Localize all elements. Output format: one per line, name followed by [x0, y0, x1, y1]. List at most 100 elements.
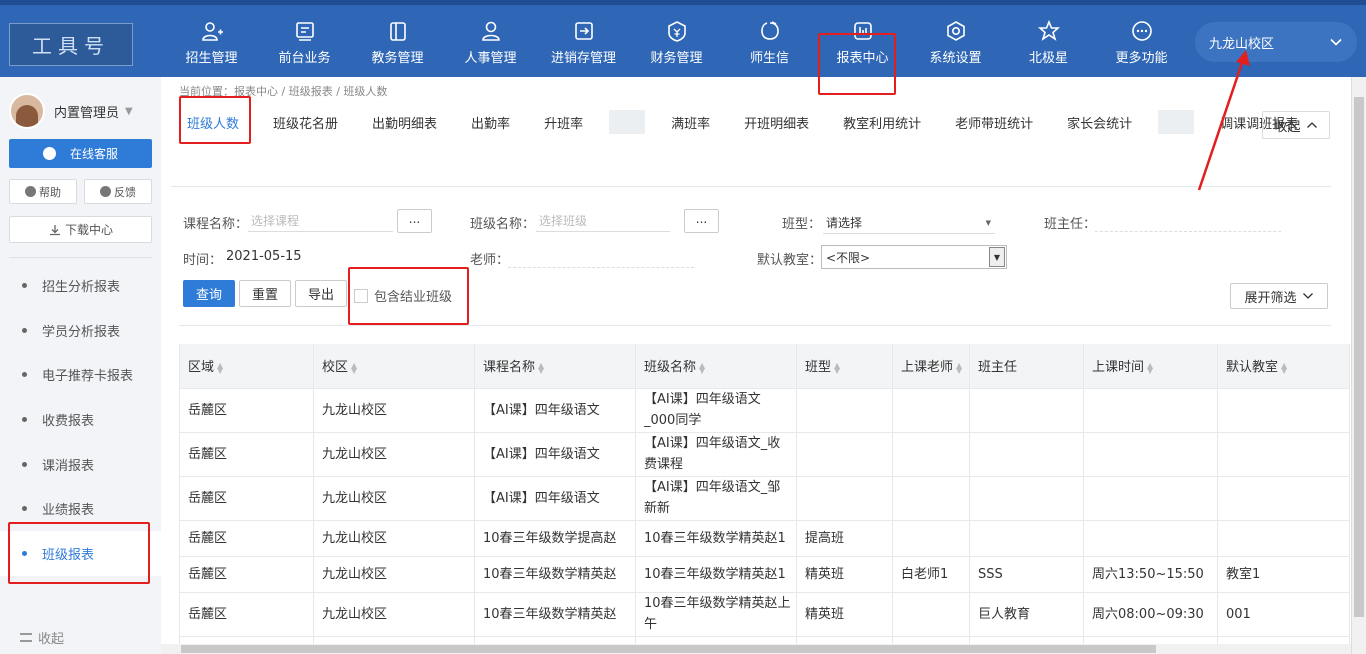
export-button[interactable]: 导出 [295, 280, 347, 307]
table-row[interactable]: 岳麓区 九龙山校区 【AI课】四年级语文 【AI课】四年级语文_邹新新 [179, 475, 1350, 521]
nav-item-2[interactable]: 教务管理 [351, 5, 444, 77]
nav-item-label: 北极星 [1028, 51, 1068, 66]
app-window: 工具号 招生管理 前台业务 教务管理 人事管理 进销存管理 财务管理 师生信 报表中心 系统设置… [0, 0, 1366, 654]
sidebar-collapse-button[interactable]: 收起 [20, 628, 64, 647]
table-row[interactable]: 岳麓区 九龙山校区 【AI课】四年级语文 【AI课】四年级语文_收费课程 [179, 431, 1350, 477]
tab-redacted[interactable] [1158, 110, 1195, 134]
table-cell: 10春三年级数学精英赵1 [635, 555, 797, 593]
tab-4[interactable]: 升班率 [536, 101, 591, 143]
tab-6[interactable]: 满班率 [663, 101, 718, 143]
teacher-input[interactable] [508, 246, 694, 268]
download-center-button[interactable]: 下载中心 [9, 216, 152, 243]
time-value[interactable]: 2021-05-15 [226, 249, 302, 264]
table-cell: SSS [969, 555, 1084, 593]
default-room-select[interactable]: <不限> ▼ [821, 245, 1007, 269]
user-menu[interactable]: 内置管理员 ▼ [9, 93, 133, 129]
sort-icon[interactable]: ▲ ▼ [538, 361, 544, 374]
query-button[interactable]: 查询 [183, 280, 235, 307]
sidebar-item-3[interactable]: 收费报表 [0, 397, 161, 442]
table-cell: 10春三年级数学精英赵上午 [635, 591, 797, 637]
sidebar-item-1[interactable]: 学员分析报表 [0, 308, 161, 353]
nav-item-4[interactable]: 进销存管理 [537, 5, 630, 77]
online-service-button[interactable]: 在线客服 [9, 139, 152, 168]
nav-item-0[interactable]: 招生管理 [165, 5, 258, 77]
scroll-thumb[interactable] [1354, 97, 1364, 617]
column-header[interactable]: 上课时间 ▲ ▼ [1083, 344, 1218, 389]
nav-item-10[interactable]: 更多功能 [1095, 5, 1188, 77]
column-header[interactable]: 课程名称 ▲ ▼ [474, 344, 636, 389]
caret-down-icon: ▼ [985, 218, 991, 227]
tab-redacted[interactable] [609, 110, 646, 134]
nav-item-label: 更多功能 [1115, 51, 1168, 66]
column-header[interactable]: 班型 ▲ ▼ [796, 344, 893, 389]
course-picker-button[interactable]: ... [397, 209, 432, 233]
sidebar-item-6[interactable]: 班级报表 [0, 522, 161, 584]
sort-icon[interactable]: ▲ ▼ [956, 361, 962, 374]
tab-1[interactable]: 班级花名册 [265, 101, 346, 143]
sidebar: 内置管理员 ▼ 在线客服 帮助 反馈 下载中心 招生分析报表 学员分析报表 电子推荐… [0, 77, 161, 654]
nav-item-5[interactable]: 财务管理 [630, 5, 723, 77]
nav-item-9[interactable]: 北极星 [1002, 5, 1095, 77]
sort-icon[interactable]: ▲ ▼ [217, 361, 223, 374]
column-header[interactable]: 班级名称 ▲ ▼ [635, 344, 797, 389]
sort-icon[interactable]: ▲ ▼ [351, 361, 357, 374]
tab-3[interactable]: 出勤率 [463, 101, 518, 143]
table-cell: 【AI课】四年级语文 [474, 475, 636, 521]
campus-selector[interactable]: 九龙山校区 [1195, 22, 1357, 62]
nav-item-7[interactable]: 报表中心 [816, 5, 909, 95]
horizontal-scrollbar[interactable] [161, 644, 1351, 654]
course-input[interactable]: 选择课程 [248, 210, 393, 232]
brand-logo[interactable]: 工具号 [9, 23, 133, 66]
chevron-up-icon [1306, 122, 1317, 128]
class-label: 班级名称： [470, 217, 536, 232]
table-cell [796, 431, 893, 477]
table-row[interactable]: 岳麓区 九龙山校区 10春三年级数学提高赵 10春三年级数学精英赵1 提高班 [179, 519, 1350, 557]
collapse-tabs-button[interactable]: 收起 [1262, 111, 1330, 139]
tab-0[interactable]: 班级人数 [179, 96, 252, 144]
sidebar-item-4[interactable]: 课消报表 [0, 442, 161, 487]
head-teacher-input[interactable] [1095, 210, 1281, 232]
class-input[interactable]: 选择班级 [536, 210, 670, 232]
class-picker-button[interactable]: ... [684, 209, 719, 233]
table-row[interactable]: 岳麓区 九龙山校区 【AI课】四年级语文 【AI课】四年级语文_000同学 [179, 387, 1350, 433]
sort-icon[interactable]: ▲ ▼ [699, 361, 705, 374]
reset-button[interactable]: 重置 [239, 280, 291, 307]
sidebar-item-0[interactable]: 招生分析报表 [0, 263, 161, 308]
table-cell [969, 431, 1084, 477]
sort-icon[interactable]: ▲ ▼ [1147, 361, 1153, 374]
tab-10[interactable]: 家长会统计 [1059, 101, 1140, 143]
nav-item-3[interactable]: 人事管理 [444, 5, 537, 77]
column-header[interactable]: 班主任 [969, 344, 1084, 389]
help-button[interactable]: 帮助 [9, 179, 77, 204]
chevron-down-icon [1302, 293, 1313, 299]
table-row[interactable]: 岳麓区 九龙山校区 10春三年级数学精英赵 10春三年级数学精英赵1 精英班 白老师1 SS… [179, 555, 1350, 593]
chat-bubble-icon [42, 147, 56, 160]
column-header[interactable]: 上课老师 ▲ ▼ [892, 344, 970, 389]
class-type-select[interactable]: 请选择 ▼ [823, 212, 995, 234]
table-cell [892, 475, 970, 521]
table-row[interactable]: 岳麓区 九龙山校区 10春三年级数学精英赵 10春三年级数学精英赵上午 精英班 巨人教育周… [179, 591, 1350, 637]
nav-item-8[interactable]: 系统设置 [909, 5, 1002, 77]
tab-2[interactable]: 出勤明细表 [364, 101, 445, 143]
expand-filters-button[interactable]: 展开筛选 [1230, 283, 1328, 309]
column-header[interactable]: 区域 ▲ ▼ [179, 344, 314, 389]
column-header[interactable]: 默认教室 ▲ ▼ [1217, 344, 1350, 389]
nav-item-6[interactable]: 师生信 [723, 5, 816, 77]
nav-item-label: 前台业务 [278, 51, 331, 66]
download-icon [49, 224, 60, 235]
column-header[interactable]: 校区 ▲ ▼ [313, 344, 475, 389]
divider [171, 186, 1331, 187]
tab-8[interactable]: 教室利用统计 [835, 101, 929, 143]
tab-9[interactable]: 老师带班统计 [947, 101, 1041, 143]
tab-7[interactable]: 开班明细表 [736, 101, 817, 143]
sort-icon[interactable]: ▲ ▼ [834, 361, 840, 374]
scroll-thumb[interactable] [181, 645, 1156, 653]
feedback-button[interactable]: 反馈 [84, 179, 152, 204]
column-header-label: 区域 [188, 360, 215, 376]
table-cell: 【AI课】四年级语文 [474, 387, 636, 433]
vertical-scrollbar[interactable] [1351, 77, 1366, 654]
sidebar-item-2[interactable]: 电子推荐卡报表 [0, 352, 161, 397]
table-cell [892, 519, 970, 557]
nav-item-1[interactable]: 前台业务 [258, 5, 351, 77]
sort-icon[interactable]: ▲ ▼ [1281, 361, 1287, 374]
